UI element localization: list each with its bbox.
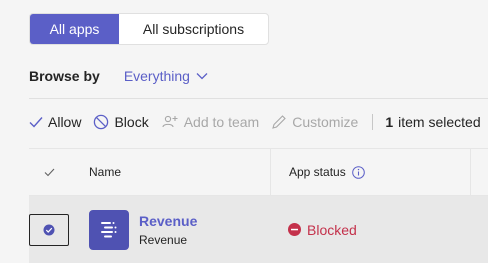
row-checkbox[interactable] [29,213,69,246]
status-badge: Blocked [288,222,357,238]
app-publisher: Revenue [139,232,188,247]
browse-by-row: Browse by Everything [29,68,208,84]
block-icon [94,114,109,130]
tab-label: All apps [49,21,100,37]
add-to-team-button[interactable]: Add to team [161,114,260,130]
status-text: Blocked [307,221,357,238]
column-label: Name [89,165,122,179]
action-toolbar: Allow Block Add to team Customize 1 item… [29,110,481,134]
add-to-team-label: Add to team [183,114,260,130]
browse-by-label: Browse by [29,68,100,84]
block-button[interactable]: Block [93,114,149,130]
checked-circle-icon [43,224,55,235]
toolbar-divider [29,98,488,99]
table-row[interactable]: Revenue Revenue Blocked [29,196,488,263]
column-header-status[interactable]: App status [270,149,470,195]
column-header-name[interactable]: Name [69,149,270,195]
revenue-app-icon [89,209,129,250]
chevron-down-icon [196,73,208,80]
app-title-link[interactable]: Revenue [139,213,197,229]
allow-label: Allow [48,114,82,130]
blocked-status-icon [288,223,301,236]
checkmark-icon [29,117,43,128]
add-to-team-icon [162,115,178,128]
selected-count: 1 [385,114,394,130]
allow-button[interactable]: Allow [29,114,81,130]
column-header-next [470,149,488,195]
info-icon[interactable] [351,165,365,179]
customize-button[interactable]: Customize [271,114,358,130]
tab-all-subscriptions[interactable]: All subscriptions [119,14,268,44]
app-cell: Revenue Revenue [89,209,270,250]
browse-by-dropdown[interactable]: Everything [124,68,208,84]
customize-label: Customize [292,114,359,130]
tab-all-apps[interactable]: All apps [30,14,119,44]
column-label: App status [289,165,346,179]
select-all-checkbox[interactable] [29,168,69,177]
selected-suffix: item selected [398,114,481,130]
toolbar-separator [372,114,374,130]
pencil-icon [272,115,286,129]
tab-label: All subscriptions [142,21,245,37]
app-filter-tabs: All apps All subscriptions [29,13,269,45]
browse-by-value: Everything [123,68,190,84]
table-header: Name App status [29,148,488,196]
checkmark-icon [44,168,54,176]
block-label: Block [114,114,149,130]
app-text: Revenue Revenue [139,213,197,247]
